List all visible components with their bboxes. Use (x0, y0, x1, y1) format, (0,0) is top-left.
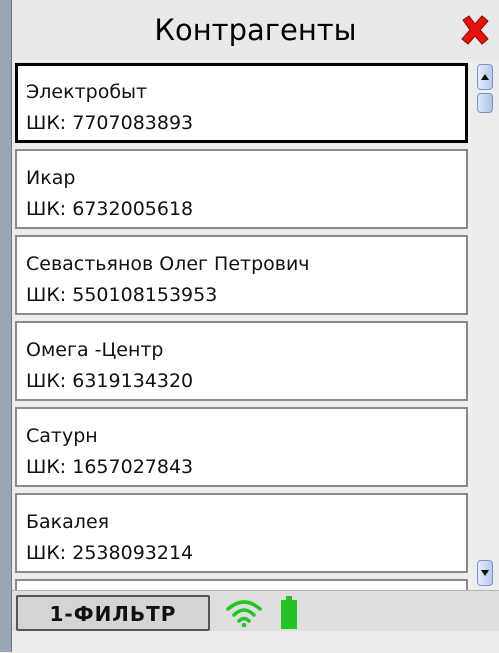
list-item[interactable]: Икар ШК: 6732005618 (15, 149, 468, 229)
arrow-up-icon (481, 74, 489, 80)
footer-strip (12, 631, 499, 653)
header-bar: Контрагенты (12, 0, 499, 60)
close-button[interactable] (455, 8, 495, 52)
wifi-icon (226, 600, 262, 628)
scroll-down-button[interactable] (477, 560, 493, 586)
list-item[interactable]: Омега -Центр ШК: 6319134320 (15, 321, 468, 401)
list-item[interactable]: Электробыт ШК: 7707083893 (15, 63, 468, 143)
item-barcode: ШК: 6319134320 (26, 370, 194, 392)
list-scrollbar[interactable] (472, 60, 499, 590)
battery-icon (281, 596, 297, 629)
item-barcode: ШК: 6732005618 (26, 198, 194, 220)
item-barcode: ШК: 550108153953 (26, 284, 218, 306)
item-name: Сатурн (26, 425, 98, 447)
arrow-down-icon (481, 570, 489, 576)
item-barcode: ШК: 2538093214 (26, 542, 194, 564)
page-title: Контрагенты (154, 13, 357, 47)
item-name: Омега -Центр (26, 339, 164, 361)
item-name: Бакалея (26, 511, 110, 533)
item-name: Севастьянов Олег Петрович (26, 253, 310, 275)
footer-bar: 1-ФИЛЬТР (12, 590, 499, 653)
list-item[interactable]: Бакалея ШК: 2538093214 (15, 493, 468, 573)
window-left-border (0, 0, 12, 652)
item-barcode: ШК: 1657027843 (26, 456, 194, 478)
close-x-icon (461, 15, 489, 45)
contractor-list: Электробыт ШК: 7707083893 Икар ШК: 67320… (12, 60, 468, 590)
list-item[interactable]: Севастьянов Олег Петрович ШК: 5501081539… (15, 235, 468, 315)
list-item-partial[interactable] (15, 579, 468, 590)
scroll-thumb[interactable] (477, 93, 493, 113)
filter-button[interactable]: 1-ФИЛЬТР (16, 595, 210, 631)
scroll-up-button[interactable] (477, 64, 493, 90)
item-barcode: ШК: 7707083893 (26, 112, 194, 134)
app-window: Контрагенты Электробыт ШК: 7707083893 Ик… (0, 0, 499, 653)
item-name: Электробыт (26, 81, 148, 103)
list-item[interactable]: Сатурн ШК: 1657027843 (15, 407, 468, 487)
item-name: Икар (26, 167, 76, 189)
